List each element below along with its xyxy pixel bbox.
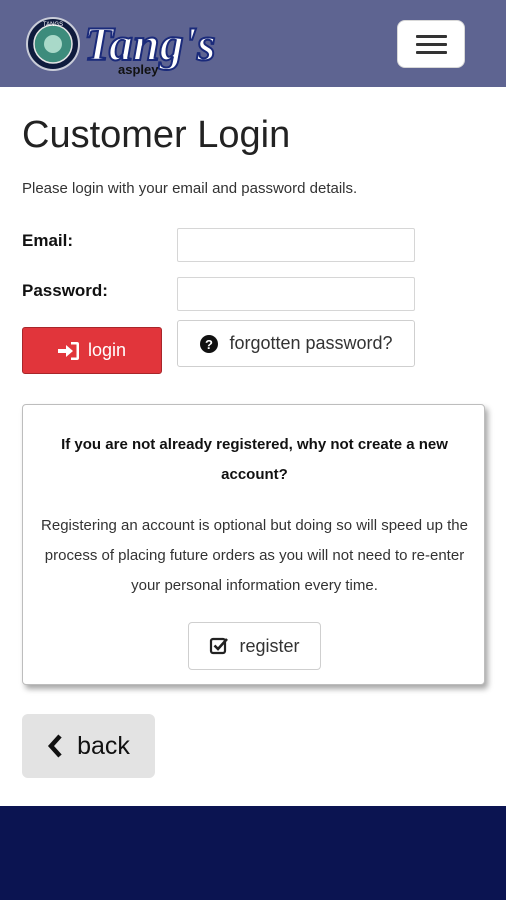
page-title: Customer Login	[22, 114, 291, 156]
svg-text:?: ?	[205, 337, 213, 352]
question-circle-icon: ?	[199, 334, 219, 354]
email-field[interactable]	[177, 228, 415, 262]
email-label: Email:	[22, 231, 74, 250]
logo-graphic: TANGS Tang's aspley	[26, 17, 217, 77]
register-card-heading: If you are not already registered, why n…	[61, 436, 448, 483]
back-button-label: back	[77, 731, 130, 760]
forgotten-password-button[interactable]: ? forgotten password?	[177, 320, 415, 367]
site-logo[interactable]: TANGS Tang's aspley	[22, 10, 252, 80]
logo-subtext: aspley	[118, 62, 159, 77]
logo-badge-text: TANGS	[43, 22, 63, 28]
password-label: Password:	[22, 281, 108, 300]
register-card-body: Registering an account is optional but d…	[41, 517, 468, 594]
site-header: TANGS Tang's aspley	[0, 0, 506, 87]
register-button-label: register	[239, 635, 300, 656]
chevron-left-icon	[47, 734, 63, 758]
menu-button[interactable]	[397, 20, 465, 68]
login-button-label: login	[87, 340, 127, 360]
back-button[interactable]: back	[22, 714, 155, 778]
login-button[interactable]: login	[22, 327, 162, 374]
register-card: If you are not already registered, why n…	[22, 404, 485, 685]
intro-text: Please login with your email and passwor…	[22, 180, 358, 197]
sign-in-icon	[57, 341, 80, 361]
check-square-icon	[209, 636, 229, 656]
password-field[interactable]	[177, 277, 415, 311]
forgotten-password-label: forgotten password?	[229, 333, 393, 353]
site-footer	[0, 806, 506, 900]
register-button[interactable]: register	[188, 622, 321, 670]
